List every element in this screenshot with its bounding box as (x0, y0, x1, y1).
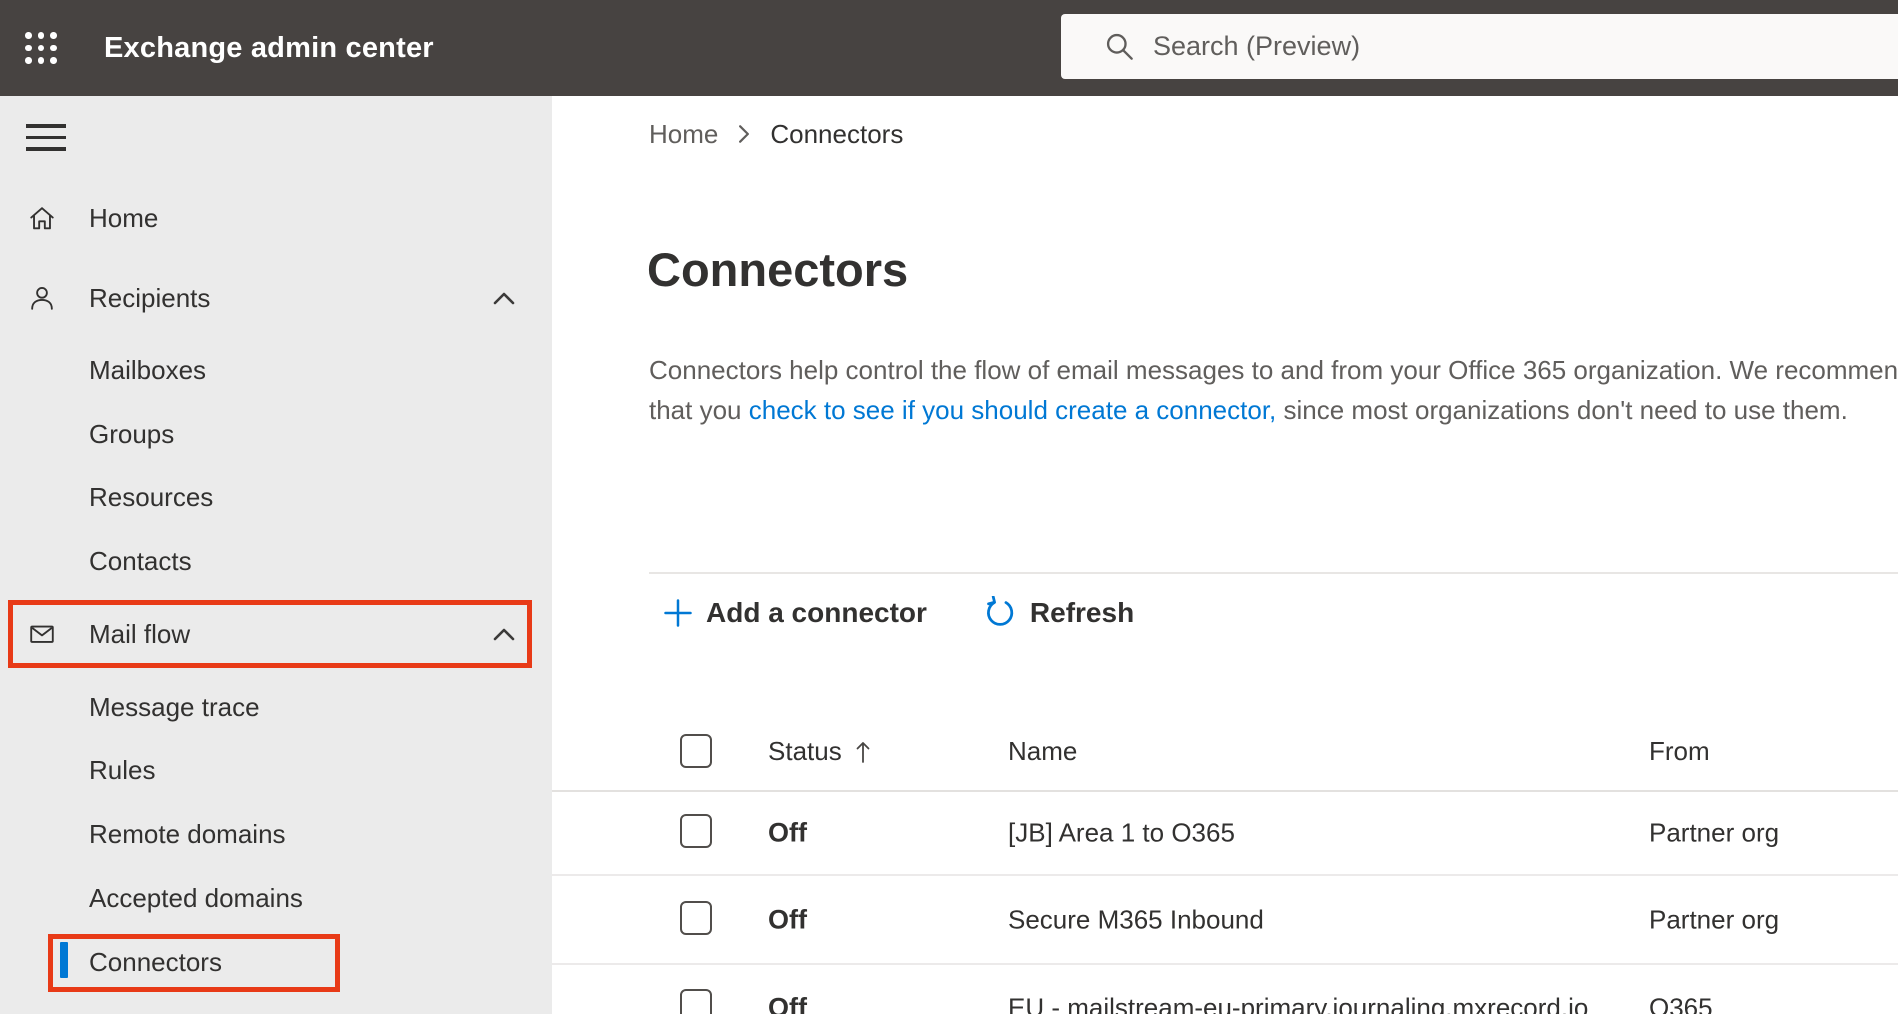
sidebar-item-message-trace[interactable]: Message trace (0, 675, 552, 739)
from-cell: O365 (1649, 992, 1713, 1014)
refresh-label: Refresh (1029, 597, 1135, 628)
selected-item-indicator (60, 942, 68, 978)
table-header-row: Status Name From (552, 726, 1898, 778)
description-text: since most organizations don't need to u… (1276, 395, 1848, 425)
sidebar-item-mail-flow[interactable]: Mail flow (0, 602, 552, 666)
app-title: Exchange admin center (104, 31, 434, 64)
sidebar-item-label: Message trace (89, 691, 260, 722)
create-connector-check-link[interactable]: check to see if you should create a conn… (749, 395, 1277, 425)
status-cell: Off (768, 904, 807, 934)
chevron-up-icon (493, 292, 515, 305)
command-bar: Add a connector Refresh (663, 590, 1134, 636)
plus-icon (664, 599, 692, 627)
sidebar-item-label: Resources (89, 481, 214, 512)
sidebar-item-label: Recipients (89, 282, 211, 313)
mail-icon (30, 625, 54, 643)
breadcrumb-home-link[interactable]: Home (649, 119, 718, 150)
sidebar-item-label: Connectors (89, 946, 222, 977)
page-title: Connectors (647, 243, 909, 296)
breadcrumb-current: Connectors (770, 118, 904, 149)
name-cell: Secure M365 Inbound (1008, 904, 1264, 934)
search-input[interactable] (1153, 31, 1753, 62)
refresh-icon (987, 596, 1014, 626)
sidebar-item-label: Home (89, 202, 159, 233)
sidebar-item-connectors[interactable]: Connectors (0, 930, 552, 994)
table-row[interactable]: Off Secure M365 Inbound Partner org (552, 876, 1898, 965)
column-header-from[interactable]: From (1649, 736, 1710, 767)
refresh-button[interactable]: Refresh (983, 596, 1134, 630)
sidebar-item-resources[interactable]: Resources (0, 465, 552, 529)
chevron-right-icon (736, 123, 752, 145)
sidebar-item-label: Mailboxes (89, 354, 207, 385)
from-cell: Partner org (1649, 904, 1780, 934)
select-all-checkbox[interactable] (680, 734, 712, 768)
column-label: Status (768, 736, 842, 766)
exchange-admin-center-window: Exchange admin center Home Recipients (0, 0, 1898, 1014)
add-connector-label: Add a connector (706, 597, 927, 628)
table-row[interactable]: Off EU - mailstream-eu-primary.journalin… (552, 965, 1898, 1014)
search-icon (1106, 33, 1133, 60)
sidebar-item-label: Mail flow (89, 618, 191, 649)
sidebar-item-label: Accepted domains (89, 882, 303, 913)
main-content: Home Connectors Connectors Connectors he… (552, 96, 1898, 1014)
person-icon (31, 287, 53, 310)
sidebar-item-contacts[interactable]: Contacts (0, 529, 552, 593)
page-description: Connectors help control the flow of emai… (649, 350, 1898, 430)
status-cell: Off (768, 817, 807, 848)
column-header-status[interactable]: Status (768, 736, 872, 767)
sidebar-item-label: Contacts (89, 545, 192, 576)
row-checkbox[interactable] (680, 900, 712, 935)
name-cell: [JB] Area 1 to O365 (1008, 817, 1235, 848)
row-checkbox[interactable] (680, 814, 712, 848)
chevron-up-icon (493, 628, 515, 641)
sidebar-item-label: Groups (89, 418, 175, 449)
breadcrumb: Home Connectors (649, 118, 903, 150)
column-header-name[interactable]: Name (1008, 736, 1077, 767)
top-app-bar: Exchange admin center (0, 0, 1898, 96)
toolbar-top-divider (649, 572, 1898, 574)
global-search[interactable] (1061, 14, 1898, 79)
from-cell: Partner org (1649, 817, 1780, 848)
column-label: Name (1008, 736, 1078, 766)
left-navigation: Home Recipients Mailboxes Groups Resourc… (0, 96, 552, 1014)
sidebar-item-recipients[interactable]: Recipients (0, 266, 552, 330)
sidebar-item-home[interactable]: Home (0, 186, 552, 250)
app-launcher-waffle-icon[interactable] (22, 29, 60, 67)
add-connector-button[interactable]: Add a connector (663, 597, 927, 629)
row-checkbox[interactable] (680, 989, 712, 1014)
sidebar-item-mailboxes[interactable]: Mailboxes (0, 338, 552, 402)
status-cell: Off (768, 992, 807, 1014)
name-cell: EU - mailstream-eu-primary.journaling.mx… (1008, 992, 1589, 1014)
sidebar-item-label: Remote domains (89, 818, 286, 849)
hamburger-menu-icon[interactable] (26, 124, 70, 154)
home-icon (30, 207, 54, 230)
sort-ascending-icon (856, 741, 870, 763)
sidebar-item-label: Rules (89, 754, 156, 785)
sidebar-item-groups[interactable]: Groups (0, 402, 552, 466)
sidebar-item-remote-domains[interactable]: Remote domains (0, 802, 552, 866)
sidebar-item-rules[interactable]: Rules (0, 738, 552, 802)
sidebar-item-accepted-domains[interactable]: Accepted domains (0, 866, 552, 930)
column-label: From (1649, 736, 1710, 766)
table-row[interactable]: Off [JB] Area 1 to O365 Partner org (552, 792, 1898, 876)
